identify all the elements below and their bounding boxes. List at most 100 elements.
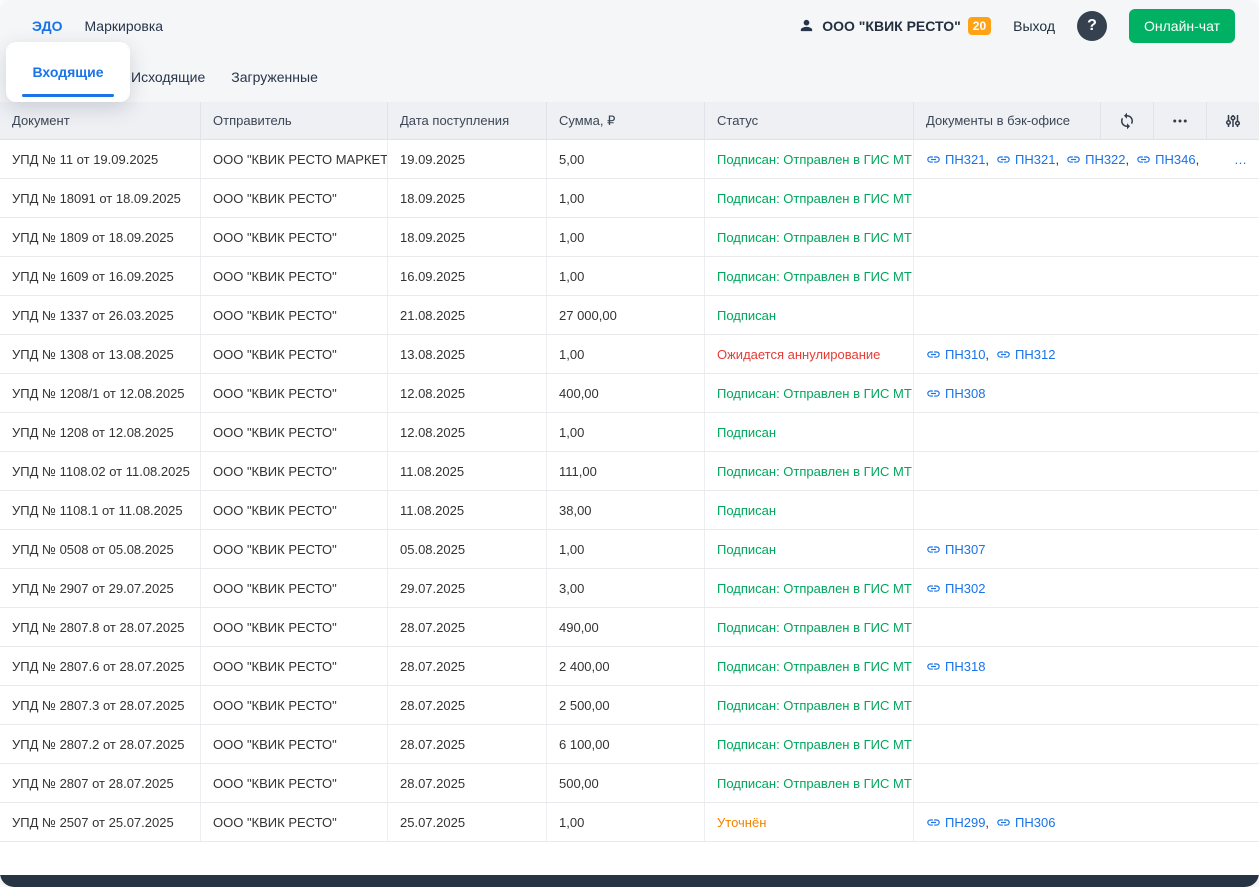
overflow-ellipsis: … <box>1226 152 1247 167</box>
backoffice-cell <box>913 452 1259 490</box>
sender-cell: ООО "КВИК РЕСТО" <box>200 413 387 451</box>
sum-cell: 6 100,00 <box>546 725 704 763</box>
document-cell: УПД № 2907 от 29.07.2025 <box>0 569 200 607</box>
backoffice-doc-link[interactable]: ПН346 <box>1136 152 1195 167</box>
sum-cell: 500,00 <box>546 764 704 802</box>
table-row[interactable]: УПД № 1208/1 от 12.08.2025ООО "КВИК РЕСТ… <box>0 374 1259 413</box>
backoffice-doc-label: ПН299 <box>945 815 985 830</box>
active-tab-underline <box>22 94 114 97</box>
backoffice-doc-label: ПН302 <box>945 581 985 596</box>
backoffice-doc-link[interactable]: ПН299 <box>926 815 985 830</box>
document-cell: УПД № 2807.8 от 28.07.2025 <box>0 608 200 646</box>
table-row[interactable]: УПД № 1108.1 от 11.08.2025ООО "КВИК РЕСТ… <box>0 491 1259 530</box>
top-nav: ЭДО Маркировка <box>32 18 163 34</box>
backoffice-doc-label: ПН321 <box>1015 152 1055 167</box>
document-cell: УПД № 11 от 19.09.2025 <box>0 140 200 178</box>
date-cell: 28.07.2025 <box>387 725 546 763</box>
link-icon <box>1066 152 1081 167</box>
backoffice-doc-link[interactable]: ПН321 <box>996 152 1055 167</box>
table-row[interactable]: УПД № 1337 от 26.03.2025ООО "КВИК РЕСТО"… <box>0 296 1259 335</box>
tab-outgoing[interactable]: Исходящие <box>131 69 205 85</box>
table-row[interactable]: УПД № 2807.6 от 28.07.2025ООО "КВИК РЕСТ… <box>0 647 1259 686</box>
column-header-status[interactable]: Статус <box>704 102 913 139</box>
nav-item-edo[interactable]: ЭДО <box>32 18 62 34</box>
table-row[interactable]: УПД № 1308 от 13.08.2025ООО "КВИК РЕСТО"… <box>0 335 1259 374</box>
backoffice-doc-link[interactable]: ПН308 <box>926 386 985 401</box>
more-button[interactable] <box>1153 102 1206 139</box>
sum-cell: 490,00 <box>546 608 704 646</box>
document-cell: УПД № 2807.3 от 28.07.2025 <box>0 686 200 724</box>
column-header-sender[interactable]: Отправитель <box>200 102 387 139</box>
date-cell: 05.08.2025 <box>387 530 546 568</box>
date-cell: 12.08.2025 <box>387 413 546 451</box>
link-icon <box>1136 152 1151 167</box>
sender-cell: ООО "КВИК РЕСТО" <box>200 296 387 334</box>
backoffice-doc-link[interactable]: ПН306 <box>996 815 1055 830</box>
backoffice-doc-link[interactable]: ПН307 <box>926 542 985 557</box>
date-cell: 18.09.2025 <box>387 218 546 256</box>
document-cell: УПД № 1208/1 от 12.08.2025 <box>0 374 200 412</box>
table-row[interactable]: УПД № 2907 от 29.07.2025ООО "КВИК РЕСТО"… <box>0 569 1259 608</box>
table-row[interactable]: УПД № 1609 от 16.09.2025ООО "КВИК РЕСТО"… <box>0 257 1259 296</box>
status-cell: Подписан <box>704 491 913 529</box>
table-row[interactable]: УПД № 1208 от 12.08.2025ООО "КВИК РЕСТО"… <box>0 413 1259 452</box>
table-row[interactable]: УПД № 0508 от 05.08.2025ООО "КВИК РЕСТО"… <box>0 530 1259 569</box>
online-chat-button[interactable]: Онлайн-чат <box>1129 9 1235 43</box>
logout-link[interactable]: Выход <box>1013 18 1055 34</box>
table-row[interactable]: УПД № 1809 от 18.09.2025ООО "КВИК РЕСТО"… <box>0 218 1259 257</box>
link-icon <box>996 347 1011 362</box>
column-header-date[interactable]: Дата поступления <box>387 102 546 139</box>
sender-cell: ООО "КВИК РЕСТО" <box>200 725 387 763</box>
table-row[interactable]: УПД № 2807.2 от 28.07.2025ООО "КВИК РЕСТ… <box>0 725 1259 764</box>
refresh-button[interactable] <box>1100 102 1153 139</box>
backoffice-cell: ПН308 <box>913 374 1259 412</box>
filter-button[interactable] <box>1206 102 1259 139</box>
table-row[interactable]: УПД № 2807.3 от 28.07.2025ООО "КВИК РЕСТ… <box>0 686 1259 725</box>
sliders-icon <box>1224 112 1242 130</box>
tab-incoming[interactable]: Входящие <box>6 42 130 102</box>
document-cell: УПД № 2507 от 25.07.2025 <box>0 803 200 841</box>
sum-cell: 1,00 <box>546 413 704 451</box>
document-cell: УПД № 2807.6 от 28.07.2025 <box>0 647 200 685</box>
sum-cell: 1,00 <box>546 218 704 256</box>
backoffice-cell <box>913 218 1259 256</box>
table-row[interactable]: УПД № 2807.8 от 28.07.2025ООО "КВИК РЕСТ… <box>0 608 1259 647</box>
table-row[interactable]: УПД № 18091 от 18.09.2025ООО "КВИК РЕСТО… <box>0 179 1259 218</box>
status-cell: Подписан: Отправлен в ГИС МТ <box>704 569 913 607</box>
backoffice-cell <box>913 725 1259 763</box>
date-cell: 28.07.2025 <box>387 686 546 724</box>
backoffice-doc-link[interactable]: ПН318 <box>926 659 985 674</box>
help-button[interactable]: ? <box>1077 11 1107 41</box>
sender-cell: ООО "КВИК РЕСТО" <box>200 569 387 607</box>
separator: , <box>985 815 989 830</box>
org-switcher[interactable]: ООО "КВИК РЕСТО" 20 <box>798 17 991 35</box>
backoffice-doc-link[interactable]: ПН302 <box>926 581 985 596</box>
column-header-document[interactable]: Документ <box>0 102 200 139</box>
backoffice-doc-label: ПН310 <box>945 347 985 362</box>
backoffice-doc-link[interactable]: ПН322 <box>1066 152 1125 167</box>
sum-cell: 38,00 <box>546 491 704 529</box>
sender-cell: ООО "КВИК РЕСТО" <box>200 764 387 802</box>
tab-uploaded[interactable]: Загруженные <box>231 69 318 85</box>
backoffice-doc-link[interactable]: ПН312 <box>996 347 1055 362</box>
sender-cell: ООО "КВИК РЕСТО" <box>200 803 387 841</box>
document-cell: УПД № 1337 от 26.03.2025 <box>0 296 200 334</box>
table-row[interactable]: УПД № 1108.02 от 11.08.2025ООО "КВИК РЕС… <box>0 452 1259 491</box>
table-row[interactable]: УПД № 2507 от 25.07.2025ООО "КВИК РЕСТО"… <box>0 803 1259 842</box>
status-cell: Подписан: Отправлен в ГИС МТ <box>704 647 913 685</box>
column-header-backoffice[interactable]: Документы в бэк-офисе <box>913 102 1100 139</box>
table-row[interactable]: УПД № 11 от 19.09.2025ООО "КВИК РЕСТО МА… <box>0 140 1259 179</box>
table-row[interactable]: УПД № 2807 от 28.07.2025ООО "КВИК РЕСТО"… <box>0 764 1259 803</box>
backoffice-cell: ПН299, ПН306 <box>913 803 1259 841</box>
backoffice-doc-link[interactable]: ПН310 <box>926 347 985 362</box>
date-cell: 16.09.2025 <box>387 257 546 295</box>
status-cell: Подписан: Отправлен в ГИС МТ <box>704 218 913 256</box>
backoffice-doc-link[interactable]: ПН321 <box>926 152 985 167</box>
nav-item-marking[interactable]: Маркировка <box>84 18 163 34</box>
document-cell: УПД № 1809 от 18.09.2025 <box>0 218 200 256</box>
status-cell: Подписан: Отправлен в ГИС МТ <box>704 179 913 217</box>
bottom-scrollbar[interactable] <box>0 875 1259 887</box>
link-icon <box>996 152 1011 167</box>
column-header-sum[interactable]: Сумма, ₽ <box>546 102 704 139</box>
link-icon <box>926 581 941 596</box>
